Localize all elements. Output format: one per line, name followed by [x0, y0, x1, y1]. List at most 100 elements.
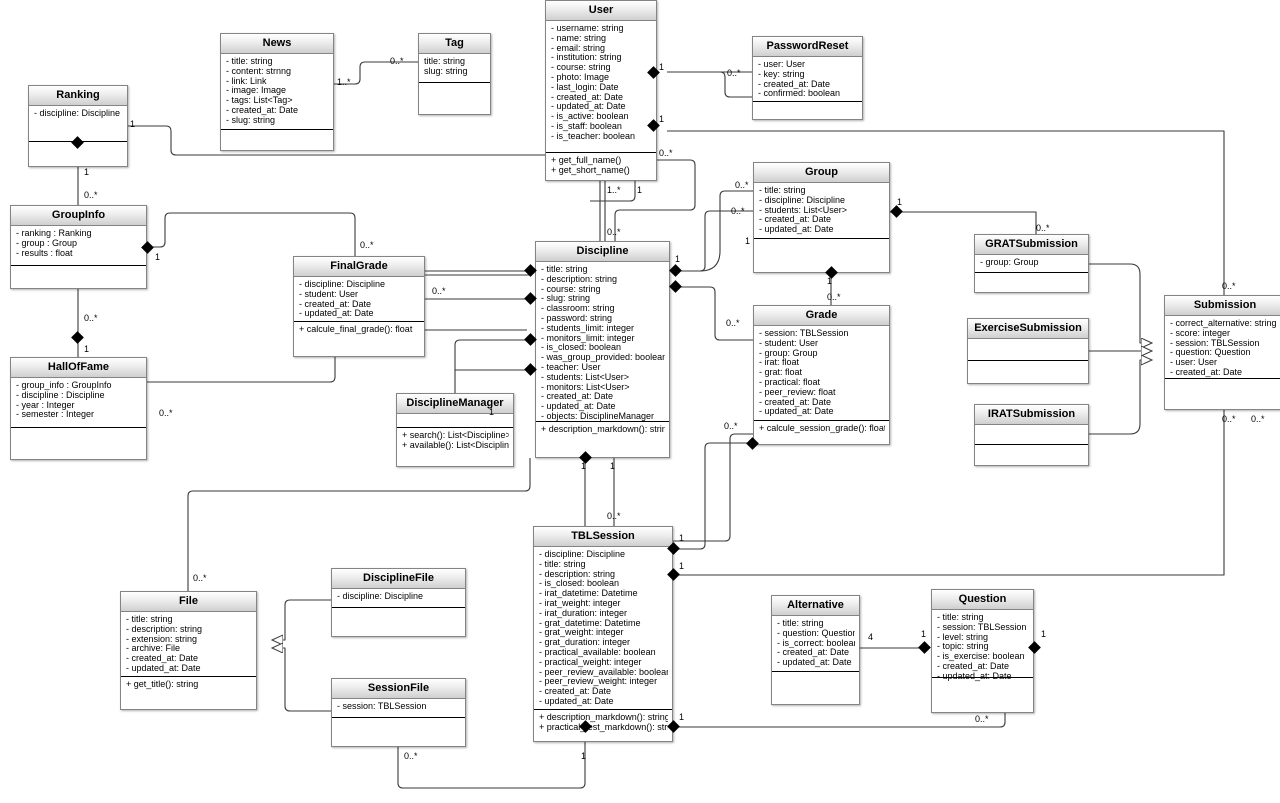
attribute-row: - semester : Integer	[16, 410, 95, 420]
uml-class-disciplinemanager[interactable]: DisciplineManager + search(): List<Disci…	[396, 393, 514, 467]
attribute-row: - created_at: Date	[539, 687, 612, 697]
uml-class-group[interactable]: Group - title: string - discipline: Disc…	[753, 162, 890, 273]
class-title: TBLSession	[534, 527, 672, 547]
uml-class-alternative[interactable]: Alternative - title: string - question: …	[771, 595, 860, 705]
multiplicity-label: 1	[581, 751, 587, 761]
attribute-row: - name: string	[551, 33, 607, 43]
multiplicity-label: 0..*	[404, 751, 418, 761]
attribute-row: - is_staff: boolean	[551, 121, 622, 131]
attribute-row: - updated_at: Date	[759, 407, 834, 417]
uml-class-ranking[interactable]: Ranking - discipline: Discipline	[28, 85, 128, 167]
attribute-row: - classroom: string	[541, 304, 615, 314]
class-attributes: - group: Group	[975, 255, 1088, 273]
attribute-row: - photo: Image	[551, 72, 610, 82]
uml-class-iratsubmission[interactable]: IRATSubmission	[974, 404, 1089, 466]
uml-class-halloffame[interactable]: HallOfFame - group_info : GroupInfo - di…	[10, 357, 147, 460]
attribute-row: - correct_alternative: string	[1170, 319, 1277, 328]
uml-class-disciplinefile[interactable]: DisciplineFile - discipline: Discipline	[331, 568, 466, 637]
class-title: GroupInfo	[11, 206, 146, 226]
attribute-row: - monitors_limit: integer	[541, 333, 635, 343]
multiplicity-label: 1	[745, 236, 751, 246]
multiplicity-label: 1	[1041, 629, 1047, 639]
uml-class-sessionfile[interactable]: SessionFile - session: TBLSession	[331, 678, 466, 747]
multiplicity-label: 0..*	[1251, 414, 1265, 424]
attribute-row: - image: Image	[226, 86, 287, 96]
multiplicity-label: 0..*	[1036, 223, 1050, 233]
multiplicity-label: 0..*	[607, 511, 621, 521]
uml-class-tblsession[interactable]: TBLSession - discipline: Discipline - ti…	[533, 526, 673, 742]
method-row: + get_full_name()	[551, 156, 622, 165]
attribute-row: - created_at: Date	[777, 648, 850, 658]
multiplicity-label: 1	[489, 407, 495, 417]
class-title: IRATSubmission	[975, 405, 1088, 425]
class-methods	[11, 266, 146, 280]
attribute-row: - group : Group	[16, 238, 78, 248]
class-attributes	[975, 425, 1088, 445]
attribute-row: - teacher: User	[541, 362, 601, 372]
attribute-row: - irat_datetime: Datetime	[539, 589, 638, 599]
attribute-row: - objects: DisciplineManager	[541, 411, 655, 421]
uml-class-groupinfo[interactable]: GroupInfo - ranking : Ranking - group : …	[10, 205, 147, 289]
uml-class-exercisesubmission[interactable]: ExerciseSubmission	[967, 318, 1089, 384]
class-title: HallOfFame	[11, 358, 146, 378]
uml-class-submission[interactable]: Submission - correct_alternative: string…	[1164, 295, 1280, 410]
uml-diagram-canvas: Ranking - discipline: Discipline News - …	[0, 0, 1280, 803]
class-methods	[975, 445, 1088, 459]
class-methods	[221, 130, 333, 144]
attribute-row: - last_login: Date	[551, 82, 619, 92]
multiplicity-label: 1..*	[607, 185, 621, 195]
multiplicity-label: 0..*	[1222, 281, 1236, 291]
multiplicity-label: 1	[130, 119, 136, 129]
attribute-row: - session: TBLSession	[1170, 338, 1260, 348]
attribute-row: - grat_weight: integer	[539, 628, 624, 638]
attribute-row: - description: string	[541, 274, 618, 284]
attribute-row: - grat: float	[759, 368, 803, 378]
uml-class-tag[interactable]: Tag title: string slug: string	[418, 33, 491, 115]
uml-class-gratsubmission[interactable]: GRATSubmission - group: Group	[974, 234, 1089, 293]
uml-class-file[interactable]: File - title: string - description: stri…	[120, 591, 257, 710]
attribute-row: - extension: string	[126, 634, 198, 644]
attribute-row: - tags: List<Tag>	[226, 96, 293, 106]
uml-class-passwordreset[interactable]: PasswordReset - user: User - key: string…	[752, 36, 863, 120]
class-title: DisciplineFile	[332, 569, 465, 589]
composition-diamond	[669, 264, 682, 277]
uml-class-question[interactable]: Question - title: string - session: TBLS…	[931, 589, 1034, 713]
attribute-row: - group: Group	[980, 258, 1039, 267]
attribute-row: - title: string	[777, 619, 824, 628]
attribute-row: - irat_duration: integer	[539, 608, 628, 618]
attribute-row: - score: integer	[1170, 328, 1231, 338]
attribute-row: - irat: float	[759, 358, 800, 368]
class-attributes: - discipline: Discipline - title: string…	[534, 547, 672, 710]
method-row: + available(): List<Discipline>	[402, 440, 509, 450]
multiplicity-label: 1	[84, 167, 90, 177]
attribute-row: - is_exercise: boolean	[937, 652, 1025, 662]
class-title: ExerciseSubmission	[968, 319, 1088, 339]
class-title: Ranking	[29, 86, 127, 106]
attribute-row: - is_active: boolean	[551, 112, 629, 122]
uml-class-user[interactable]: User - username: string - name: string -…	[545, 0, 657, 181]
attribute-row: slug: string	[424, 66, 468, 76]
attribute-row: - discipline: Discipline	[337, 592, 424, 601]
attribute-row: - students_limit: integer	[541, 323, 635, 333]
attribute-row: - practical_available: boolean	[539, 647, 656, 657]
attribute-row: - students: List<User>	[759, 205, 848, 215]
uml-class-grade[interactable]: Grade - session: TBLSession - student: U…	[753, 305, 890, 445]
class-methods	[332, 718, 465, 732]
class-methods	[11, 428, 146, 442]
multiplicity-label: 0..*	[827, 292, 841, 302]
multiplicity-label: 1	[675, 254, 681, 264]
attribute-row: - created_at: Date	[126, 654, 199, 664]
attribute-row: - key: string	[758, 69, 805, 79]
class-attributes: - user: User - key: string - created_at:…	[753, 57, 862, 102]
method-row: + get_title(): string	[126, 680, 199, 689]
uml-class-news[interactable]: News - title: string - content: strnng -…	[220, 33, 334, 151]
uml-class-finalgrade[interactable]: FinalGrade - discipline: Discipline - st…	[293, 256, 425, 357]
attribute-row: - title: string	[126, 615, 173, 624]
class-attributes: - correct_alternative: string - score: i…	[1165, 316, 1280, 379]
uml-class-discipline[interactable]: Discipline - title: string - description…	[535, 241, 670, 458]
multiplicity-label: 0..*	[432, 286, 446, 296]
attribute-row: - course: string	[551, 63, 611, 73]
attribute-row: - username: string	[551, 24, 624, 33]
attribute-row: - session: TBLSession	[337, 702, 427, 711]
attribute-row: - updated_at: Date	[126, 663, 201, 673]
